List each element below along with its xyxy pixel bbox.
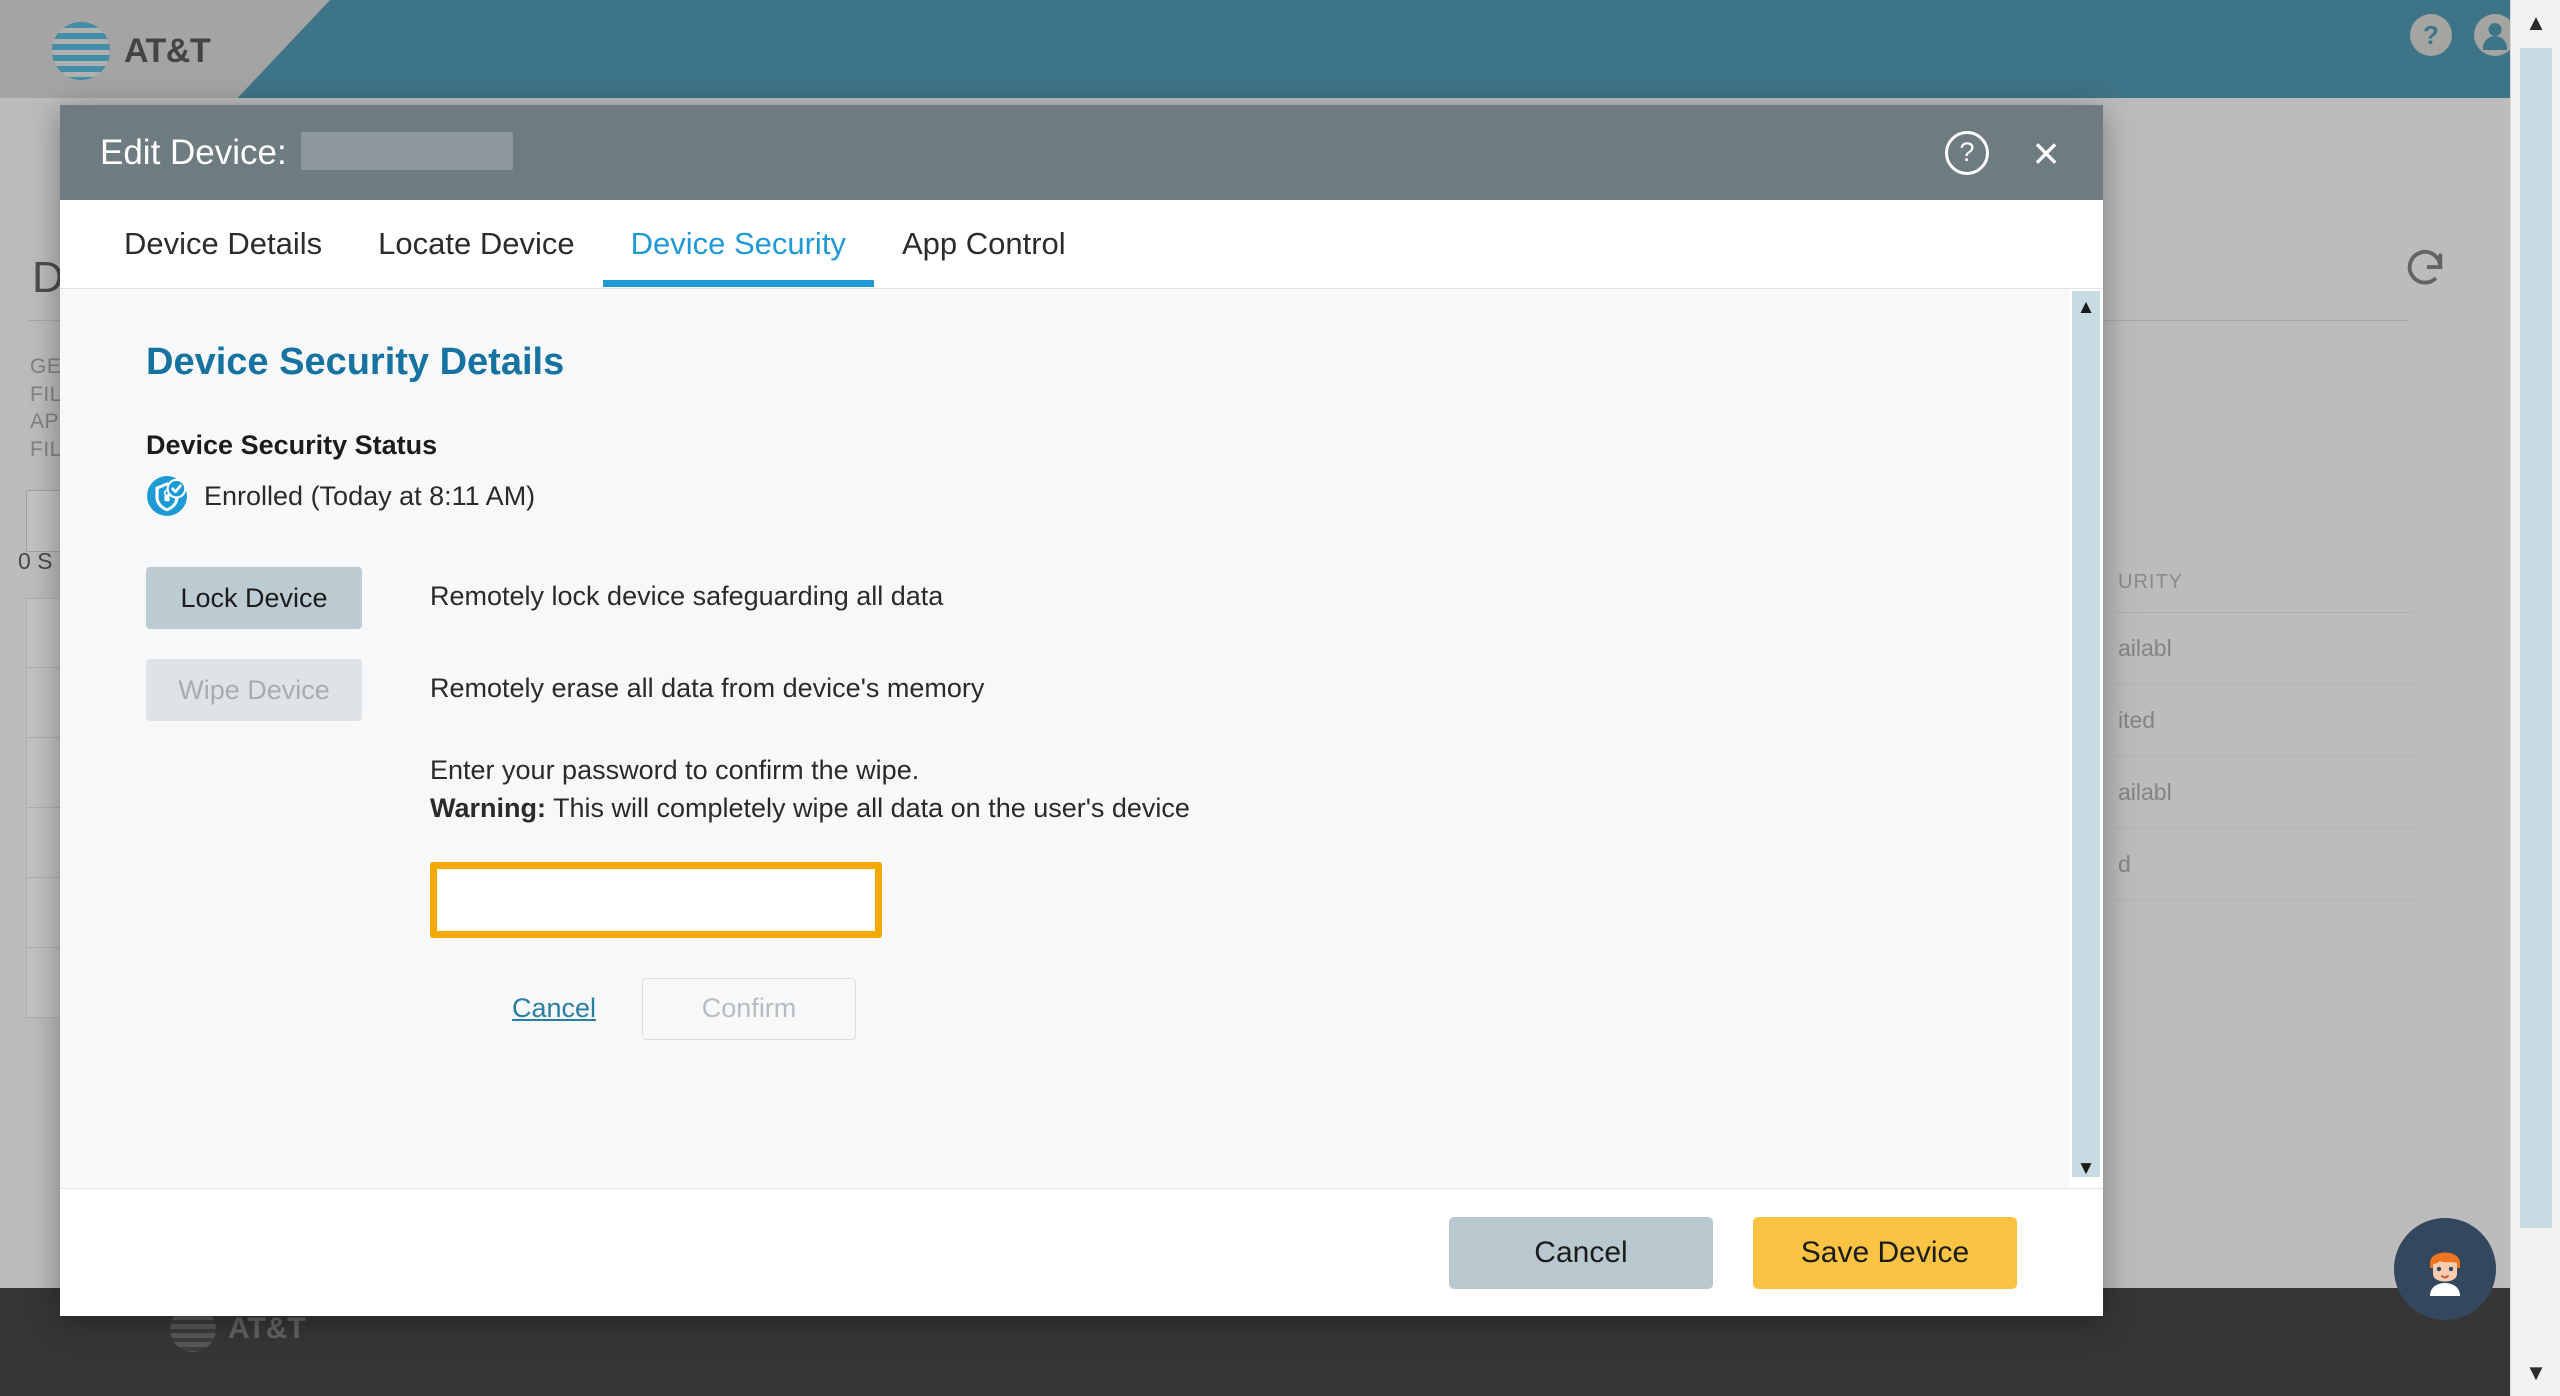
tab-device-security[interactable]: Device Security bbox=[602, 200, 875, 287]
att-logo[interactable]: AT&T bbox=[52, 22, 211, 80]
device-security-status-label: Device Security Status bbox=[146, 430, 438, 460]
brand-header-actions: ? bbox=[2410, 14, 2516, 56]
tab-device-details[interactable]: Device Details bbox=[112, 200, 350, 287]
general-filter-label: GE FIL bbox=[30, 355, 62, 407]
help-circle-icon[interactable]: ? bbox=[1945, 130, 1989, 175]
modal-tabs: Device Details Locate Device Device Secu… bbox=[60, 200, 2103, 288]
app-filter-label: AP FIL bbox=[30, 410, 62, 462]
refresh-icon[interactable] bbox=[2402, 246, 2448, 292]
wipe-confirm-button[interactable]: Confirm bbox=[642, 977, 857, 1040]
save-device-button[interactable]: Save Device bbox=[1753, 1216, 2017, 1289]
wipe-device-description: Remotely erase all data from device's me… bbox=[430, 673, 985, 703]
table-row: ited bbox=[2114, 685, 2414, 757]
background-results-count: 0 S bbox=[18, 548, 53, 574]
chevron-up-icon[interactable]: ▲ bbox=[2069, 293, 2103, 323]
edit-device-modal: Edit Device: ? × Device Details Locate D… bbox=[60, 105, 2103, 1316]
wipe-warning-text: Warning: This will completely wipe all d… bbox=[430, 789, 2103, 827]
wipe-device-button[interactable]: Wipe Device bbox=[146, 659, 362, 721]
wipe-password-prompt: Enter your password to confirm the wipe. bbox=[430, 755, 920, 785]
scrollbar-thumb[interactable] bbox=[2520, 48, 2552, 1228]
table-row: ailabl bbox=[2114, 613, 2414, 685]
wipe-password-input[interactable] bbox=[430, 861, 882, 938]
modal-title-text: Edit Device: bbox=[100, 133, 287, 172]
lock-device-button[interactable]: Lock Device bbox=[146, 567, 362, 629]
modal-body: Device Security Details Device Security … bbox=[60, 288, 2103, 1188]
modal-header: Edit Device: ? × bbox=[60, 105, 2103, 200]
close-icon[interactable]: × bbox=[2023, 130, 2069, 176]
att-wordmark: AT&T bbox=[124, 31, 211, 70]
background-table-right: URITY ailabl ited ailabl d bbox=[2114, 553, 2414, 901]
cancel-button[interactable]: Cancel bbox=[1449, 1216, 1713, 1289]
chevron-down-icon[interactable]: ▼ bbox=[2511, 1350, 2560, 1396]
att-globe-icon bbox=[52, 22, 110, 80]
chat-assistant-avatar[interactable] bbox=[2394, 1218, 2496, 1320]
modal-header-actions: ? × bbox=[1945, 130, 2069, 176]
table-column-header: URITY bbox=[2114, 553, 2414, 613]
tab-locate-device[interactable]: Locate Device bbox=[350, 200, 602, 287]
device-security-status-row: Enrolled (Today at 8:11 AM) bbox=[146, 475, 2103, 517]
modal-title: Edit Device: bbox=[100, 132, 513, 173]
scrollbar-thumb[interactable] bbox=[2072, 291, 2100, 1177]
device-name-redacted bbox=[300, 132, 513, 170]
modal-scrollbar[interactable]: ▲ ▼ bbox=[2069, 289, 2103, 1188]
page-title: Device Security Details bbox=[146, 341, 565, 383]
chevron-up-icon[interactable]: ▲ bbox=[2511, 0, 2560, 46]
footer-att-wordmark: AT&T bbox=[228, 1312, 306, 1345]
device-security-panel: Device Security Details Device Security … bbox=[60, 289, 2103, 1040]
chevron-down-icon[interactable]: ▼ bbox=[2069, 1154, 2103, 1184]
brand-header-bar: AT&T ? bbox=[0, 0, 2560, 98]
lock-device-description: Remotely lock device safeguarding all da… bbox=[430, 581, 944, 611]
wipe-cancel-link[interactable]: Cancel bbox=[512, 993, 596, 1024]
help-circle-icon[interactable]: ? bbox=[2410, 14, 2452, 56]
wipe-warning-label: Warning: bbox=[430, 793, 546, 824]
wipe-confirmation-panel: Enter your password to confirm the wipe.… bbox=[430, 751, 2103, 1040]
browser-scrollbar[interactable]: ▲ ▼ bbox=[2510, 0, 2560, 1396]
lock-device-row: Lock Device Remotely lock device safegua… bbox=[146, 567, 2103, 629]
tab-app-control[interactable]: App Control bbox=[874, 200, 1094, 287]
shield-check-icon bbox=[147, 476, 187, 516]
wipe-warning-body: This will completely wipe all data on th… bbox=[545, 793, 1190, 824]
device-security-status-value: Enrolled (Today at 8:11 AM) bbox=[204, 480, 536, 511]
wipe-device-row: Wipe Device Remotely erase all data from… bbox=[146, 659, 2103, 721]
assistant-face-icon bbox=[2394, 1218, 2496, 1320]
wipe-action-buttons: Cancel Confirm bbox=[430, 977, 2103, 1040]
modal-footer: Cancel Save Device bbox=[60, 1188, 2103, 1316]
table-row: ailabl bbox=[2114, 757, 2414, 829]
table-row: d bbox=[2114, 829, 2414, 901]
